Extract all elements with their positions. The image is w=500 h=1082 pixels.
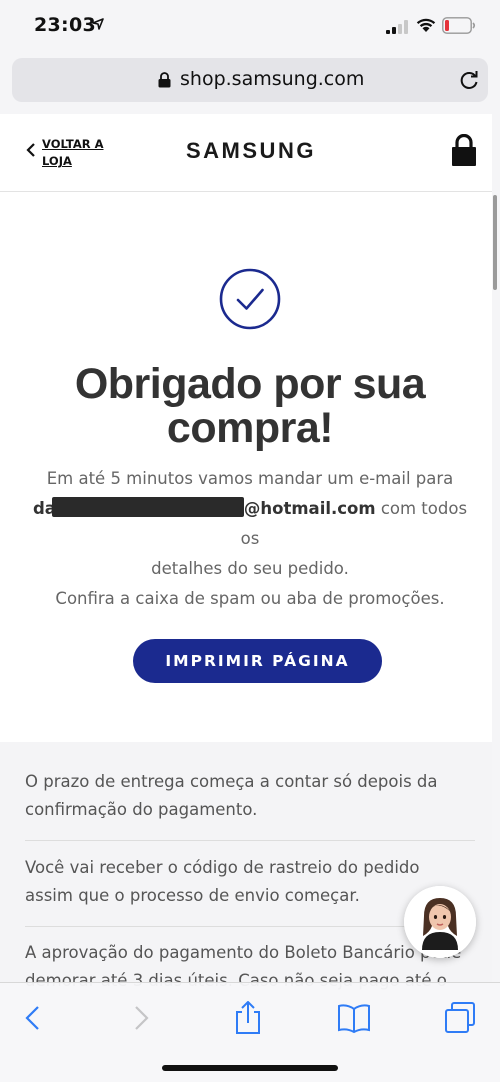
redaction-mark [51, 497, 244, 517]
checkmark-circle-icon [219, 268, 281, 330]
info-item: Você vai receber o código de rastreio do… [25, 858, 420, 905]
status-bar: 23:03 [0, 0, 500, 52]
bookmarks-icon[interactable] [334, 1001, 374, 1035]
info-item: O prazo de entrega começa a contar só de… [25, 772, 438, 819]
divider [25, 840, 475, 841]
chat-assistant-avatar[interactable] [404, 886, 476, 958]
battery-icon [442, 17, 476, 34]
url-text: shop.samsung.com [180, 68, 365, 90]
padlock-icon [452, 134, 476, 166]
message-line-1: Em até 5 minutos vamos mandar um e-mail … [46, 469, 454, 488]
tabs-icon[interactable] [440, 1001, 480, 1035]
confirmation-message: Em até 5 minutos vamos mandar um e-mail … [30, 464, 470, 614]
message-line-4: Confira a caixa de spam ou aba de promoç… [55, 589, 445, 608]
reload-icon[interactable] [458, 69, 480, 91]
email-address: da @hotmail.com [32, 497, 376, 518]
page-title: Obrigado por sua compra! [74, 360, 426, 452]
site-header: VOLTAR A LOJA SAMSUNG [0, 114, 492, 192]
samsung-logo[interactable]: SAMSUNG [186, 138, 316, 164]
location-arrow-icon [92, 18, 104, 30]
forward-arrow-icon[interactable] [120, 1001, 160, 1035]
lock-icon [158, 72, 171, 88]
wifi-icon [416, 18, 436, 32]
back-chevron-icon[interactable] [26, 142, 36, 158]
signal-icon [386, 20, 408, 34]
status-time: 23:03 [34, 14, 96, 36]
message-line-3: detalhes do seu pedido. [151, 559, 349, 578]
print-page-button[interactable]: IMPRIMIR PÁGINA [133, 639, 382, 683]
back-arrow-icon[interactable] [14, 1001, 54, 1035]
avatar-icon [404, 886, 476, 958]
share-icon[interactable] [228, 1001, 268, 1035]
scrollbar[interactable] [493, 195, 497, 290]
back-to-store-link[interactable]: VOLTAR A LOJA [42, 136, 112, 170]
home-indicator [162, 1065, 338, 1071]
address-bar[interactable]: shop.samsung.com [12, 58, 488, 102]
